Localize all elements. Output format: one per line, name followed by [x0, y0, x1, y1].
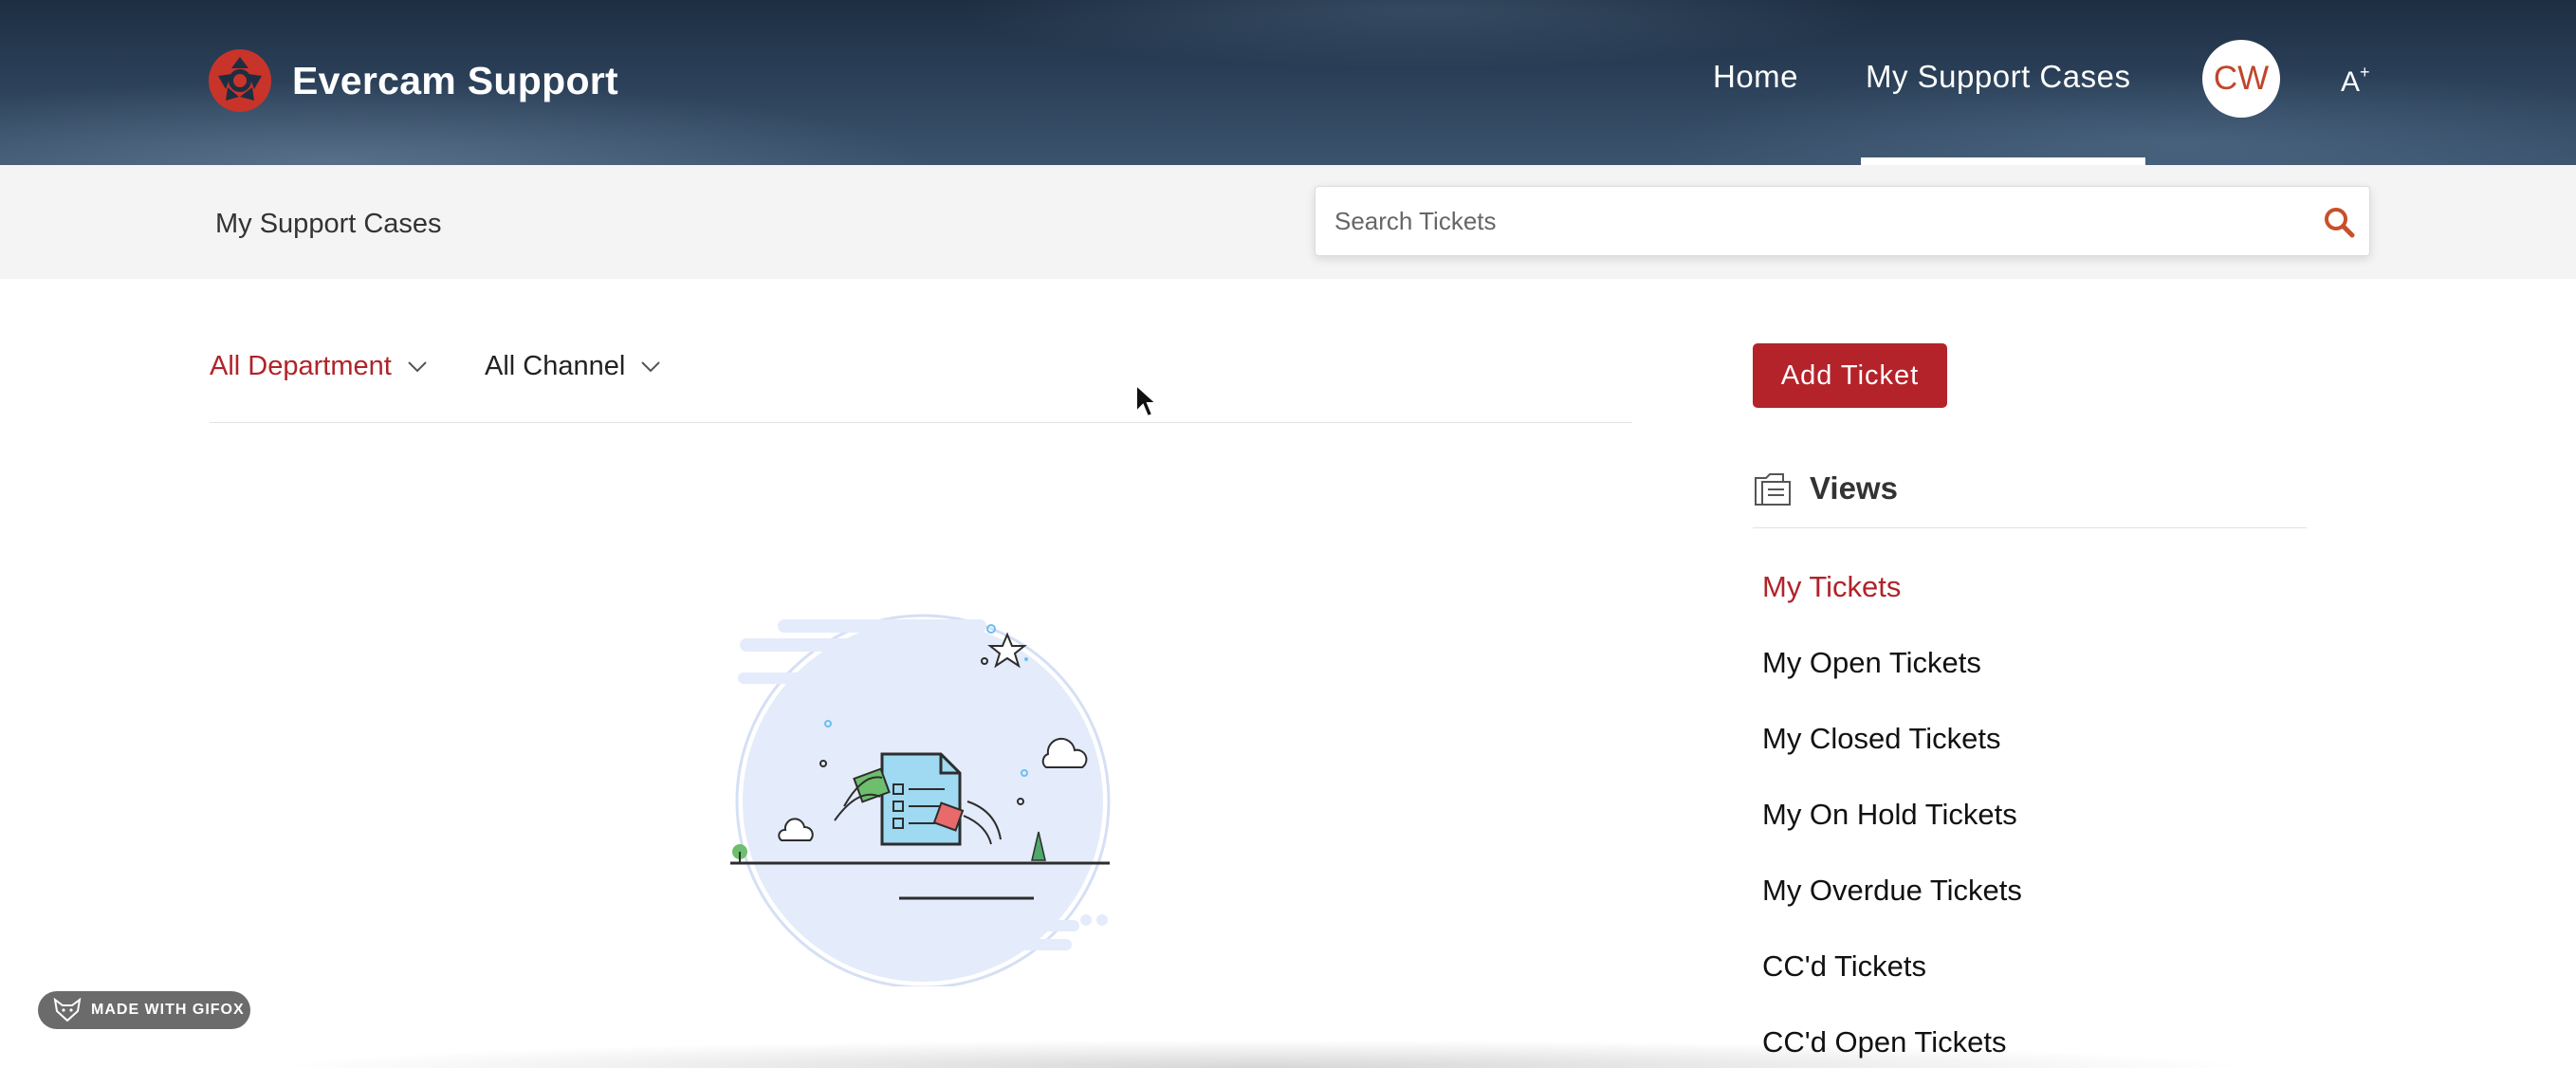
view-ccd-tickets[interactable]: CC'd Tickets	[1762, 947, 2022, 1022]
view-my-closed-tickets[interactable]: My Closed Tickets	[1762, 719, 2022, 795]
department-filter[interactable]: All Department	[210, 351, 428, 382]
channel-filter[interactable]: All Channel	[485, 351, 661, 382]
chevron-down-icon	[408, 360, 427, 372]
view-my-on-hold-tickets[interactable]: My On Hold Tickets	[1762, 795, 2022, 871]
view-my-open-tickets[interactable]: My Open Tickets	[1762, 643, 2022, 719]
fox-icon	[53, 998, 82, 1022]
svg-text:+: +	[2360, 63, 2370, 82]
evercam-logo-icon	[209, 49, 271, 112]
top-header: Evercam Support Home My Support Cases CW…	[0, 0, 2576, 165]
search-box	[1315, 186, 2370, 256]
gifox-badge-label: MADE WITH GIFOX	[91, 1002, 245, 1018]
empty-tickets-illustration	[730, 614, 1111, 986]
brand-name: Evercam Support	[292, 58, 618, 102]
views-divider	[1753, 527, 2307, 528]
search-input[interactable]	[1334, 187, 2283, 255]
gifox-badge: MADE WITH GIFOX	[38, 991, 250, 1029]
add-ticket-button[interactable]: Add Ticket	[1753, 343, 1947, 408]
views-list: My Tickets My Open Tickets My Closed Tic…	[1762, 567, 2022, 1068]
sub-header: My Support Cases	[0, 165, 2576, 279]
chevron-down-icon	[641, 360, 661, 372]
folder-icon	[1755, 473, 1791, 506]
nav-home[interactable]: Home	[1713, 59, 1798, 95]
font-size-icon[interactable]: A +	[2341, 61, 2375, 99]
logo-link[interactable]: Evercam Support	[207, 47, 618, 114]
department-filter-label: All Department	[210, 351, 392, 381]
mouse-pointer-icon	[1135, 383, 1159, 418]
view-my-tickets[interactable]: My Tickets	[1762, 567, 2022, 643]
channel-filter-label: All Channel	[485, 351, 626, 381]
breadcrumb: My Support Cases	[215, 209, 442, 239]
nav-my-support-cases[interactable]: My Support Cases	[1866, 59, 2130, 95]
view-my-overdue-tickets[interactable]: My Overdue Tickets	[1762, 871, 2022, 947]
svg-text:A: A	[2341, 66, 2360, 98]
active-nav-indicator	[1861, 157, 2145, 165]
views-header: Views	[1753, 469, 1898, 508]
bottom-shadow	[266, 1040, 2257, 1068]
search-icon[interactable]	[2323, 206, 2355, 238]
user-avatar[interactable]: CW	[2202, 40, 2280, 118]
views-title: Views	[1810, 470, 1898, 506]
filter-divider	[210, 422, 1632, 423]
